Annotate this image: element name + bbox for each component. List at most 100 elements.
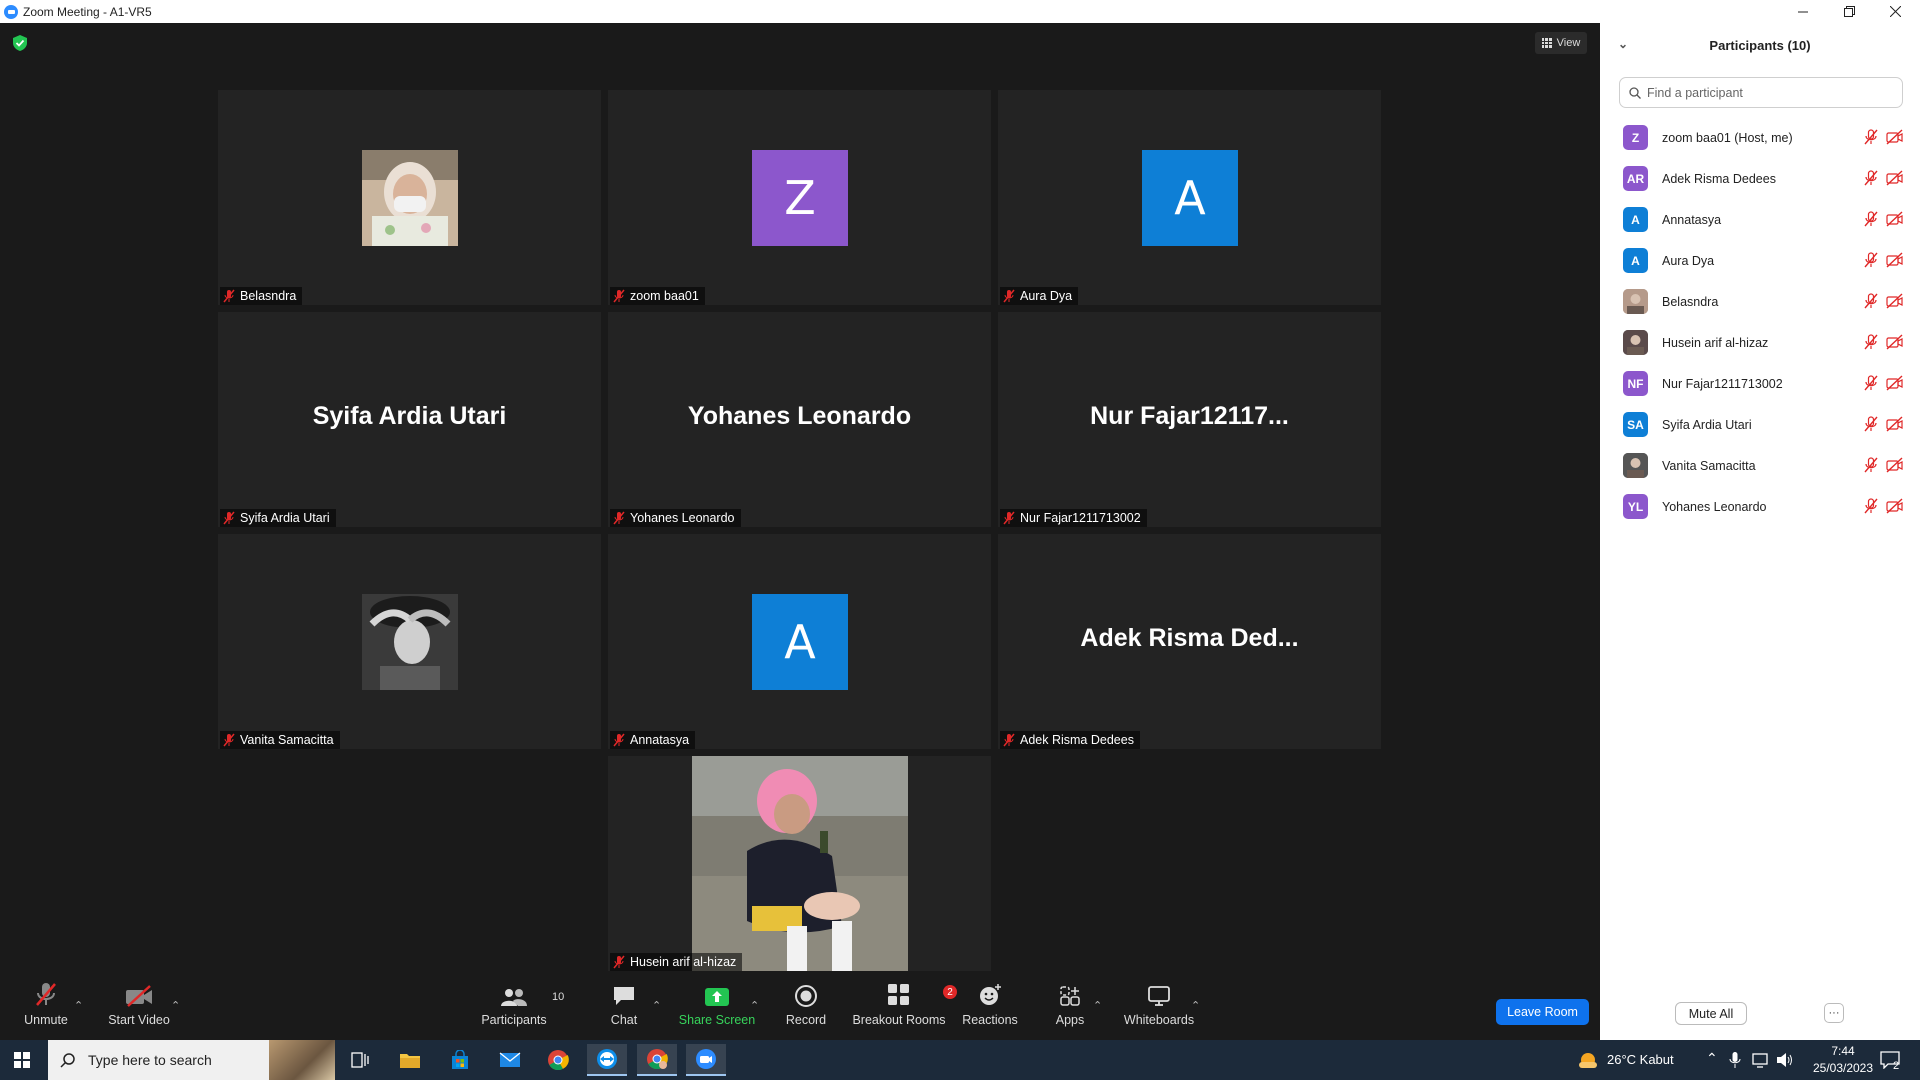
video-tile-yohanes-leonardo[interactable]: Yohanes Leonardo Yohanes Leonardo xyxy=(608,312,991,527)
participant-row[interactable]: Belasndra xyxy=(1600,281,1920,322)
video-tile-adek-risma-dedees[interactable]: Adek Risma Ded... Adek Risma Dedees xyxy=(998,534,1381,749)
participant-row[interactable]: Zzoom baa01 (Host, me) xyxy=(1600,117,1920,158)
participant-search[interactable] xyxy=(1619,77,1903,108)
task-view-icon[interactable] xyxy=(340,1044,380,1076)
record-button[interactable]: Record xyxy=(781,977,831,1040)
whiteboards-button[interactable]: Whiteboards xyxy=(1124,977,1194,1040)
mute-all-button[interactable]: Mute All xyxy=(1675,1002,1747,1025)
participant-avatar xyxy=(1623,330,1648,355)
microsoft-store-icon[interactable] xyxy=(440,1044,480,1076)
participant-name: Nur Fajar1211713002 xyxy=(1662,376,1783,391)
network-icon[interactable] xyxy=(1752,1052,1770,1068)
participant-status-icons xyxy=(1864,252,1903,268)
participant-row[interactable]: A Annatasya xyxy=(1600,199,1920,240)
reactions-button[interactable]: Reactions xyxy=(960,977,1020,1040)
muted-mic-icon[interactable] xyxy=(1864,293,1878,309)
participant-status-icons xyxy=(1864,211,1903,227)
participant-row[interactable]: YL Yohanes Leonardo xyxy=(1600,486,1920,527)
video-tile-belasndra[interactable]: Belasndra xyxy=(218,90,601,305)
start-video-button[interactable]: Start Video xyxy=(104,977,174,1040)
participant-name: Aura Dya xyxy=(1662,253,1715,268)
participant-row[interactable]: SA Syifa Ardia Utari xyxy=(1600,404,1920,445)
video-off-icon xyxy=(1886,334,1903,350)
participant-status-icons xyxy=(1864,498,1903,514)
chevron-up-icon[interactable]: ⌃ xyxy=(1706,1050,1718,1067)
whiteboard-icon xyxy=(1148,986,1170,1006)
participant-name: Vanita Samacitta xyxy=(1662,458,1756,473)
volume-icon[interactable] xyxy=(1776,1052,1794,1068)
video-off-icon xyxy=(1886,293,1903,309)
participant-name-tag: Annatasya xyxy=(610,731,696,749)
muted-mic-icon[interactable] xyxy=(1864,498,1878,514)
mail-icon[interactable] xyxy=(490,1044,530,1076)
participant-row[interactable]: AR Adek Risma Dedees xyxy=(1600,158,1920,199)
participants-button[interactable]: 10 Participants xyxy=(478,977,564,1040)
participant-name-tag: Yohanes Leonardo xyxy=(610,509,741,527)
close-button[interactable] xyxy=(1872,0,1918,23)
participant-avatar: Z xyxy=(752,150,848,246)
chevron-down-icon[interactable]: ⌄ xyxy=(1618,37,1628,51)
chrome-icon[interactable] xyxy=(538,1044,578,1076)
participant-status-icons xyxy=(1864,416,1903,432)
chat-options-caret[interactable]: ⌃ xyxy=(652,999,661,1012)
muted-mic-icon[interactable] xyxy=(1864,375,1878,391)
reactions-smiley-icon xyxy=(980,984,1001,1005)
video-tile-vanita-samacitta[interactable]: Vanita Samacitta xyxy=(218,534,601,749)
microphone-icon[interactable] xyxy=(1729,1052,1741,1068)
windows-start-icon[interactable] xyxy=(14,1052,30,1068)
teamviewer-icon[interactable] xyxy=(587,1044,627,1076)
weather-text[interactable]: 26°C Kabut xyxy=(1607,1052,1674,1067)
file-explorer-icon[interactable] xyxy=(390,1044,430,1076)
view-button[interactable]: View xyxy=(1535,32,1587,54)
video-off-icon xyxy=(1886,211,1903,227)
muted-mic-icon[interactable] xyxy=(1864,334,1878,350)
apps-button[interactable]: Apps xyxy=(1054,977,1086,1040)
clock-time[interactable]: 7:44 xyxy=(1822,1044,1864,1058)
video-tile-zoom-baa01[interactable]: Z zoom baa01 xyxy=(608,90,991,305)
share-screen-button[interactable]: Share Screen xyxy=(678,977,756,1040)
participant-row[interactable]: A Aura Dya xyxy=(1600,240,1920,281)
participant-photo xyxy=(362,150,458,246)
share-options-caret[interactable]: ⌃ xyxy=(750,999,759,1012)
search-input[interactable] xyxy=(1647,85,1887,100)
participant-row[interactable]: Vanita Samacitta xyxy=(1600,445,1920,486)
clock-date[interactable]: 25/03/2023 xyxy=(1802,1061,1884,1075)
participant-avatar xyxy=(1623,289,1648,314)
video-tile-aura-dya[interactable]: A Aura Dya xyxy=(998,90,1381,305)
chat-button[interactable]: Chat xyxy=(604,977,644,1040)
breakout-rooms-button[interactable]: 2 Breakout Rooms xyxy=(852,977,957,1040)
muted-mic-icon[interactable] xyxy=(1864,416,1878,432)
apps-options-caret[interactable]: ⌃ xyxy=(1093,999,1102,1012)
muted-mic-icon[interactable] xyxy=(1864,129,1878,145)
audio-options-caret[interactable]: ⌃ xyxy=(74,999,83,1012)
unmute-button[interactable]: Unmute xyxy=(14,977,78,1040)
chrome-profile-icon[interactable] xyxy=(637,1044,677,1076)
video-tile-annatasya[interactable]: A Annatasya xyxy=(608,534,991,749)
whiteboards-options-caret[interactable]: ⌃ xyxy=(1191,999,1200,1012)
video-tile-husein-arif[interactable]: Husein arif al-hizaz xyxy=(608,756,991,971)
muted-mic-icon[interactable] xyxy=(1864,211,1878,227)
participants-icon xyxy=(501,989,527,1006)
participant-avatar: A xyxy=(1623,248,1648,273)
search-icon xyxy=(60,1053,75,1068)
security-shield-icon[interactable] xyxy=(13,35,27,51)
video-tile-syifa-ardia-utari[interactable]: Syifa Ardia Utari Syifa Ardia Utari xyxy=(218,312,601,527)
participant-display-name: Adek Risma Ded... xyxy=(1080,624,1299,652)
restore-button[interactable] xyxy=(1826,0,1872,23)
taskbar-search-box[interactable]: Type here to search xyxy=(48,1040,335,1080)
more-options-button[interactable]: ··· xyxy=(1824,1003,1844,1023)
muted-mic-icon xyxy=(613,955,625,969)
participant-name: Annatasya xyxy=(1662,212,1722,227)
participants-panel: ⌄ Participants (10) Zzoom baa01 (Host, m… xyxy=(1600,23,1920,1040)
windows-taskbar: Type here to search 26°C Kabut ⌃ 7:44 25… xyxy=(0,1040,1920,1080)
video-options-caret[interactable]: ⌃ xyxy=(171,999,180,1012)
muted-mic-icon[interactable] xyxy=(1864,170,1878,186)
zoom-taskbar-icon[interactable] xyxy=(686,1044,726,1076)
leave-room-button[interactable]: Leave Room xyxy=(1496,999,1589,1025)
video-tile-nur-fajar[interactable]: Nur Fajar12117... Nur Fajar1211713002 xyxy=(998,312,1381,527)
participant-row[interactable]: NF Nur Fajar1211713002 xyxy=(1600,363,1920,404)
muted-mic-icon[interactable] xyxy=(1864,252,1878,268)
minimize-button[interactable] xyxy=(1780,0,1826,23)
muted-mic-icon[interactable] xyxy=(1864,457,1878,473)
participant-row[interactable]: Husein arif al-hizaz xyxy=(1600,322,1920,363)
